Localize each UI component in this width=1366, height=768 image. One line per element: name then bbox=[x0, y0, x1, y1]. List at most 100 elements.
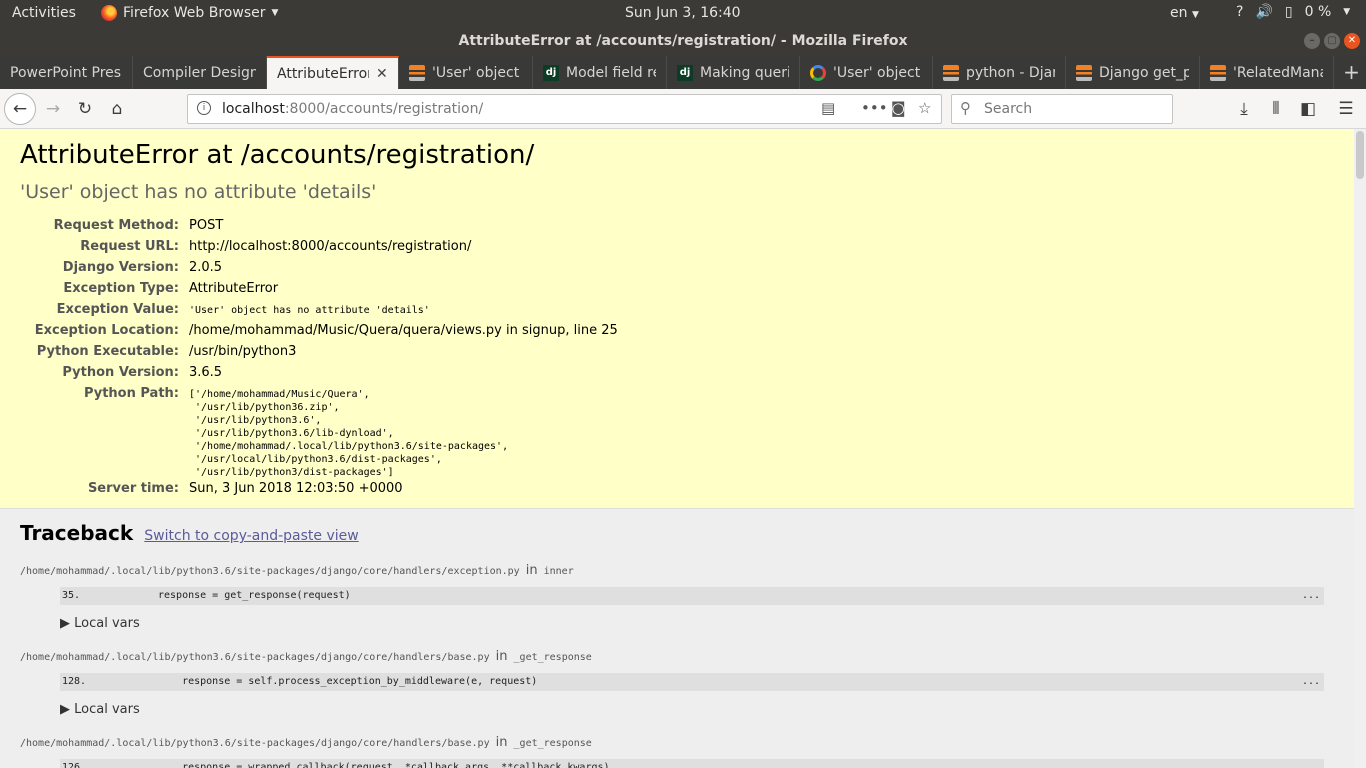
in-word: in bbox=[495, 735, 508, 750]
tab[interactable]: 'RelatedMana bbox=[1200, 56, 1334, 89]
library-button[interactable]: ⫴ bbox=[1264, 95, 1288, 123]
meta-key: Exception Location: bbox=[34, 323, 179, 338]
frame-file: /home/mohammad/.local/lib/python3.6/site… bbox=[20, 563, 574, 578]
plus-icon: + bbox=[1343, 60, 1360, 84]
tab[interactable]: Django get_p bbox=[1066, 56, 1200, 89]
battery-percent: 0 % bbox=[1304, 4, 1332, 20]
expand-context-dots[interactable]: ... bbox=[1302, 673, 1320, 691]
vertical-scrollbar[interactable] bbox=[1354, 129, 1366, 768]
reload-button[interactable]: ↻ bbox=[72, 95, 98, 123]
chevron-down-icon: ▼ bbox=[271, 8, 279, 18]
tab-label: 'User' object bbox=[833, 64, 921, 81]
close-tab-icon[interactable]: ✕ bbox=[376, 66, 388, 82]
language-indicator[interactable]: en ▼ bbox=[1170, 5, 1199, 21]
minimize-button[interactable]: – bbox=[1304, 33, 1320, 49]
help-icon: ? bbox=[1236, 4, 1244, 20]
menu-button[interactable]: ☰ bbox=[1334, 95, 1358, 123]
line-number: 126. bbox=[62, 762, 87, 768]
pocket-icon[interactable]: ◙ bbox=[891, 99, 906, 117]
new-tab-button[interactable]: + bbox=[1337, 56, 1366, 89]
traceback-header: Traceback Switch to copy-and-paste view bbox=[20, 521, 359, 545]
frame-file: /home/mohammad/.local/lib/python3.6/site… bbox=[20, 649, 592, 664]
meta-value: POST bbox=[189, 218, 224, 233]
google-icon bbox=[810, 64, 826, 81]
tab[interactable]: 'User' object bbox=[800, 56, 933, 89]
tab[interactable]: 'User' object bbox=[399, 56, 533, 89]
meta-value: 3.6.5 bbox=[189, 365, 223, 380]
stackoverflow-icon bbox=[1076, 64, 1092, 81]
chevron-down-icon: ▼ bbox=[1191, 10, 1199, 20]
sidebar-button[interactable]: ◧ bbox=[1296, 95, 1320, 123]
downloads-button[interactable]: ⤓ bbox=[1232, 95, 1256, 123]
tab[interactable]: dj Model field re bbox=[533, 56, 667, 89]
meta-value: ['/home/mohammad/Music/Quera', '/usr/lib… bbox=[189, 389, 509, 478]
activities-button[interactable]: Activities bbox=[12, 5, 76, 21]
url-text[interactable]: localhost:8000/accounts/registration/ bbox=[222, 101, 483, 117]
reload-icon: ↻ bbox=[77, 99, 93, 119]
traceback-heading: Traceback bbox=[20, 521, 134, 545]
page-actions-icon[interactable]: ••• bbox=[861, 99, 888, 117]
tab-label: 'User' object bbox=[432, 64, 520, 81]
frame-func: _get_response bbox=[513, 652, 592, 663]
tab[interactable]: Compiler Design bbox=[133, 56, 267, 89]
maximize-button[interactable]: ▢ bbox=[1324, 33, 1340, 49]
expand-context-dots[interactable]: ... bbox=[1302, 759, 1320, 768]
close-window-button[interactable]: ✕ bbox=[1344, 33, 1360, 49]
frame-func: _get_response bbox=[513, 738, 592, 749]
local-vars-toggle[interactable]: ▶ Local vars bbox=[60, 702, 140, 717]
tab-active[interactable]: AttributeError ✕ bbox=[267, 56, 399, 89]
search-box[interactable]: ⚲ Search bbox=[951, 94, 1173, 124]
error-summary: AttributeError at /accounts/registration… bbox=[0, 129, 1354, 509]
django-icon: dj bbox=[543, 64, 559, 81]
battery-icon: ▯ bbox=[1284, 4, 1293, 20]
frame-path: /home/mohammad/.local/lib/python3.6/site… bbox=[20, 566, 520, 577]
meta-key: Python Executable: bbox=[36, 344, 179, 359]
meta-key: Server time: bbox=[87, 481, 179, 496]
bookmark-star-icon[interactable]: ☆ bbox=[918, 99, 931, 117]
url-host: localhost bbox=[222, 101, 285, 117]
tab[interactable]: dj Making querie bbox=[667, 56, 800, 89]
language-label: en bbox=[1170, 5, 1188, 21]
url-bar[interactable]: i localhost:8000/accounts/registration/ … bbox=[187, 94, 942, 124]
reader-view-icon[interactable]: ▤ bbox=[821, 99, 835, 117]
tab-label: python - Djang bbox=[966, 64, 1055, 81]
frame-file: /home/mohammad/.local/lib/python3.6/site… bbox=[20, 735, 592, 750]
home-icon: ⌂ bbox=[111, 99, 123, 119]
scrollbar-thumb[interactable] bbox=[1356, 131, 1364, 179]
back-button[interactable]: ← bbox=[4, 93, 36, 125]
app-menu-label: Firefox Web Browser bbox=[123, 5, 266, 21]
meta-key: Exception Type: bbox=[63, 281, 179, 296]
tab-label: Model field re bbox=[566, 64, 656, 81]
stackoverflow-icon bbox=[409, 64, 425, 81]
frame-func: inner bbox=[543, 566, 574, 577]
meta-value: 'User' object has no attribute 'details' bbox=[189, 305, 430, 316]
chevron-down-icon: ▼ bbox=[1343, 7, 1351, 17]
code-text: response = wrapped_callback(request, *ca… bbox=[158, 762, 610, 768]
code-context-line[interactable]: 126. response = wrapped_callback(request… bbox=[60, 759, 1324, 768]
switch-view-link[interactable]: Switch to copy-and-paste view bbox=[144, 528, 358, 544]
info-icon[interactable]: i bbox=[197, 101, 211, 115]
firefox-icon bbox=[101, 5, 117, 21]
frame-path: /home/mohammad/.local/lib/python3.6/site… bbox=[20, 652, 490, 663]
frame-path: /home/mohammad/.local/lib/python3.6/site… bbox=[20, 738, 490, 749]
meta-value: http://localhost:8000/accounts/registrat… bbox=[189, 239, 472, 254]
sidebar-icon: ◧ bbox=[1299, 99, 1317, 119]
meta-value: /home/mohammad/Music/Quera/quera/views.p… bbox=[189, 323, 618, 338]
app-menu[interactable]: Firefox Web Browser ▼ bbox=[101, 5, 278, 21]
meta-key: Python Path: bbox=[83, 386, 179, 401]
tab[interactable]: python - Djang bbox=[933, 56, 1066, 89]
clock[interactable]: Sun Jun 3, 16:40 bbox=[625, 5, 741, 21]
django-icon: dj bbox=[677, 64, 693, 81]
arrow-left-icon: ← bbox=[12, 99, 28, 119]
home-button[interactable]: ⌂ bbox=[104, 95, 130, 123]
local-vars-toggle[interactable]: ▶ Local vars bbox=[60, 616, 140, 631]
system-tray[interactable]: ? 🔊 ▯ 0 % ▼ bbox=[1236, 4, 1350, 20]
library-icon: ⫴ bbox=[1272, 99, 1280, 119]
tab[interactable]: PowerPoint Pres bbox=[0, 56, 133, 89]
arrow-right-icon: → bbox=[45, 99, 61, 119]
forward-button[interactable]: → bbox=[40, 95, 66, 123]
tab-label: 'RelatedMana bbox=[1233, 64, 1323, 81]
expand-context-dots[interactable]: ... bbox=[1302, 587, 1320, 605]
code-context-line[interactable]: 35. response = get_response(request)... bbox=[60, 587, 1324, 605]
code-context-line[interactable]: 128. response = self.process_exception_b… bbox=[60, 673, 1324, 691]
